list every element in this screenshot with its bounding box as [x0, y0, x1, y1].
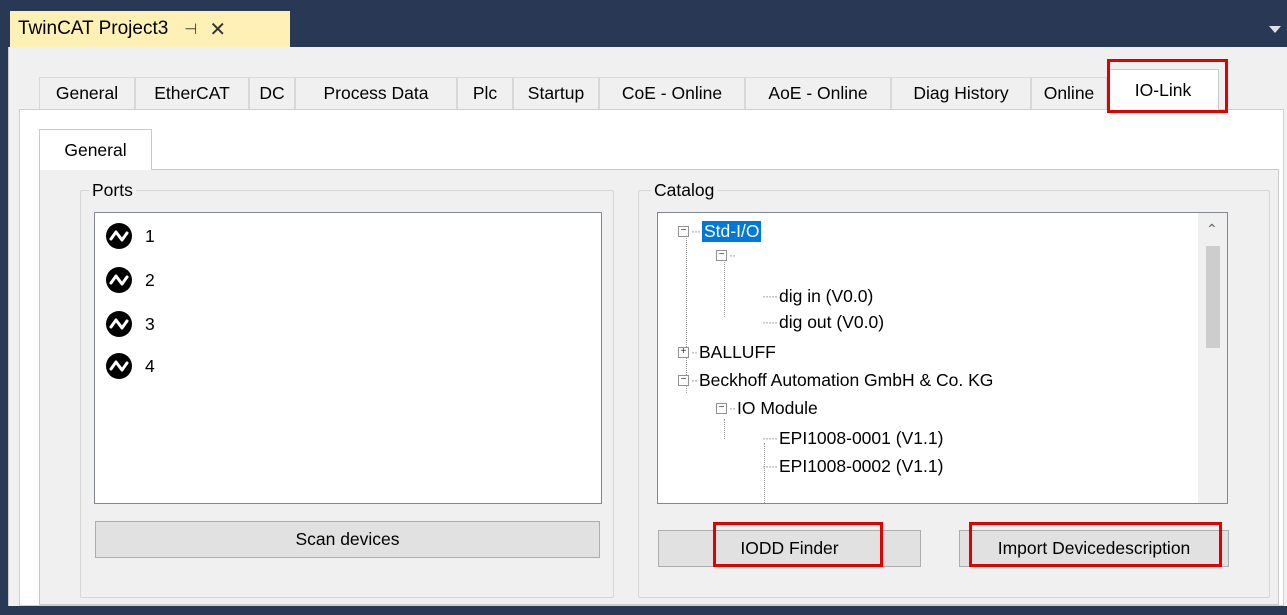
- tab-label: Plc: [472, 83, 498, 103]
- general-panel: Ports 1 2 3 4 Scan devices Catalog − ···…: [39, 169, 1279, 605]
- tree-connector: ·····: [762, 459, 778, 473]
- tree-node-epi1008-0002[interactable]: ····· EPI1008-0002 (V1.1): [762, 454, 943, 478]
- tree-node-label: EPI1008-0001 (V1.1): [778, 427, 944, 448]
- tab-label: AoE - Online: [768, 83, 868, 103]
- catalog-scrollbar[interactable]: ⌃: [1198, 213, 1227, 503]
- tab-label: CoE - Online: [621, 83, 723, 103]
- port-label: 3: [145, 313, 155, 334]
- ports-list[interactable]: 1 2 3 4: [94, 212, 602, 504]
- port-label: 4: [145, 355, 155, 376]
- document-tab-strip: TwinCAT Project3 ⊣ ✕: [0, 0, 1287, 47]
- scroll-thumb[interactable]: [1206, 246, 1220, 348]
- tree-connector: ···: [691, 224, 701, 238]
- tree-connector: ·····: [762, 289, 778, 303]
- tree-node-label: dig in (V0.0): [778, 285, 874, 306]
- tree-node-unnamed[interactable]: − ··: [716, 243, 737, 267]
- tab-label: Process Data: [323, 83, 429, 103]
- tab-label: Online: [1043, 83, 1095, 103]
- tree-connector: ·····: [762, 431, 778, 445]
- tab-label: DC: [259, 83, 285, 103]
- port-label: 1: [145, 225, 155, 246]
- tree-line: [724, 419, 725, 439]
- content-window: General EtherCAT DC Process Data Plc Sta…: [8, 47, 1287, 606]
- import-devicedescription-label: Import Devicedescription: [997, 538, 1191, 558]
- port-item[interactable]: 2: [105, 265, 155, 295]
- tab-startup[interactable]: Startup: [513, 77, 599, 109]
- collapse-icon[interactable]: −: [716, 249, 727, 261]
- tab-label: EtherCAT: [154, 83, 230, 103]
- tab-label: Diag History: [913, 83, 1009, 103]
- tab-dc[interactable]: DC: [249, 77, 295, 109]
- tab-aoe-online[interactable]: AoE - Online: [745, 77, 891, 109]
- bottom-frame: [0, 606, 1287, 615]
- scan-devices-label: Scan devices: [295, 529, 400, 549]
- io-link-port-icon: [106, 223, 132, 249]
- tree-node-beckhoff[interactable]: − ·· Beckhoff Automation GmbH & Co. KG: [678, 368, 993, 392]
- tree-connector: ··: [729, 248, 736, 262]
- tree-node-epi1008-0001[interactable]: ····· EPI1008-0001 (V1.1): [762, 426, 943, 450]
- tree-node-dig-in[interactable]: ····· dig in (V0.0): [762, 284, 873, 308]
- close-icon[interactable]: ✕: [209, 17, 226, 42]
- iodd-finder-button[interactable]: IODD Finder: [658, 530, 921, 567]
- document-tab-title: TwinCAT Project3: [18, 18, 169, 39]
- tab-label: IO-Link: [1134, 79, 1192, 100]
- expand-icon[interactable]: +: [678, 346, 689, 358]
- port-item[interactable]: 1: [105, 221, 155, 251]
- tree-node-label: Std-I/O: [702, 220, 762, 242]
- tab-process-data[interactable]: Process Data: [295, 77, 457, 109]
- tab-ethercat[interactable]: EtherCAT: [135, 77, 249, 109]
- port-item[interactable]: 3: [105, 309, 155, 339]
- inner-tab-general[interactable]: General: [39, 129, 152, 170]
- tab-label: General: [55, 83, 119, 103]
- pin-icon[interactable]: ⊣: [184, 20, 197, 38]
- io-link-port-icon: [106, 353, 132, 379]
- tree-node-label: BALLUFF: [699, 341, 776, 362]
- tab-label: Startup: [527, 83, 585, 103]
- scan-devices-button[interactable]: Scan devices: [95, 521, 600, 558]
- io-link-port-icon: [106, 311, 132, 337]
- tab-coe-online[interactable]: CoE - Online: [599, 77, 745, 109]
- tab-plc[interactable]: Plc: [457, 77, 513, 109]
- tree-connector: ··: [729, 401, 736, 415]
- ports-group-label: Ports: [89, 180, 136, 200]
- tree-node-label: EPI1008-0002 (V1.1): [778, 455, 944, 476]
- io-link-port-icon: [106, 267, 132, 293]
- port-item[interactable]: 4: [105, 351, 155, 381]
- port-label: 2: [145, 269, 155, 290]
- tab-io-link[interactable]: IO-Link: [1107, 69, 1219, 110]
- tree-connector: ·····: [762, 315, 778, 329]
- catalog-tree[interactable]: − ··· Std-I/O − ·· ····· dig in (V0.0) ·…: [657, 212, 1228, 504]
- collapse-icon[interactable]: −: [716, 402, 727, 414]
- tab-general[interactable]: General: [39, 77, 135, 109]
- scroll-up-icon[interactable]: ⌃: [1206, 221, 1218, 238]
- tab-diag-history[interactable]: Diag History: [891, 77, 1031, 109]
- tree-node-label: Beckhoff Automation GmbH & Co. KG: [699, 369, 994, 390]
- tree-node-dig-out[interactable]: ····· dig out (V0.0): [762, 310, 884, 334]
- tree-node-io-module[interactable]: − ·· IO Module: [716, 396, 818, 420]
- tree-node-std-io[interactable]: − ··· Std-I/O: [678, 219, 762, 243]
- tree-node-balluff[interactable]: + ·· BALLUFF: [678, 340, 776, 364]
- tree-connector: ··: [691, 373, 698, 387]
- inner-tab-label: General: [64, 139, 127, 160]
- collapse-icon[interactable]: −: [678, 374, 689, 386]
- tree-node-label: dig out (V0.0): [778, 311, 885, 332]
- iodd-finder-label: IODD Finder: [740, 538, 839, 558]
- tab-online[interactable]: Online: [1031, 77, 1107, 109]
- tree-connector: ··: [691, 345, 698, 359]
- chevron-down-icon[interactable]: [1269, 26, 1281, 33]
- tree-node-label: IO Module: [737, 397, 818, 418]
- import-devicedescription-button[interactable]: Import Devicedescription: [959, 530, 1229, 567]
- document-tab[interactable]: TwinCAT Project3 ⊣ ✕: [10, 11, 290, 47]
- collapse-icon[interactable]: −: [678, 225, 689, 237]
- catalog-group-label: Catalog: [651, 180, 718, 200]
